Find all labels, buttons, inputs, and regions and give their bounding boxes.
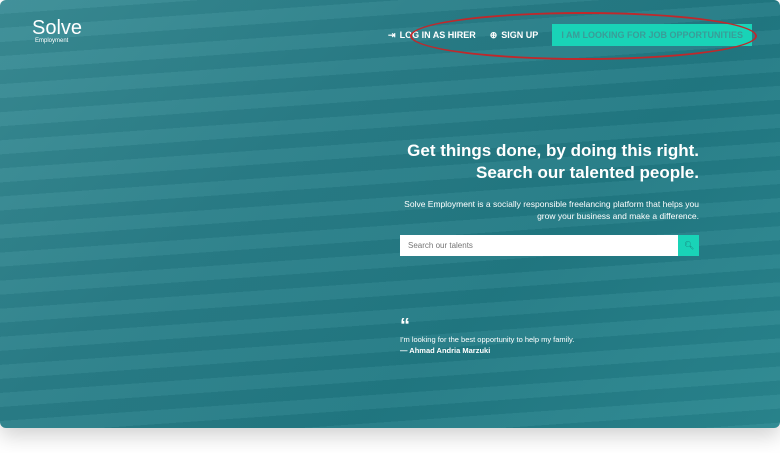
hero-title-1: Get things done, by doing this right. <box>407 141 699 160</box>
hero-desc-2: grow your business and make a difference… <box>537 211 699 221</box>
search-button[interactable]: 🔍︎ <box>678 235 699 256</box>
hero: Get things done, by doing this right. Sea… <box>404 140 699 222</box>
search-icon: 🔍︎ <box>684 241 695 250</box>
hero-title-2: Search our talented people. <box>476 163 699 182</box>
search-bar: 🔍︎ <box>400 235 699 256</box>
login-icon: ⇥ <box>388 29 396 40</box>
quote-icon: “ <box>400 315 410 337</box>
search-input[interactable] <box>400 235 678 256</box>
logo[interactable]: Solve Employment <box>32 18 82 44</box>
hero-desc-1: Solve Employment is a socially responsib… <box>404 199 699 209</box>
quote-text: I'm looking for the best opportunity to … <box>400 335 575 344</box>
logo-name: Solve <box>32 17 83 39</box>
page: Solve Employment ⇥ LOG IN AS HIRER ⊕ SIGN … <box>0 0 780 428</box>
quote-author: — Ahmad Andria Marzuki <box>400 346 491 355</box>
testimonial: “ I'm looking for the best opportunity t… <box>400 315 575 356</box>
annotation-ellipse <box>410 12 757 60</box>
